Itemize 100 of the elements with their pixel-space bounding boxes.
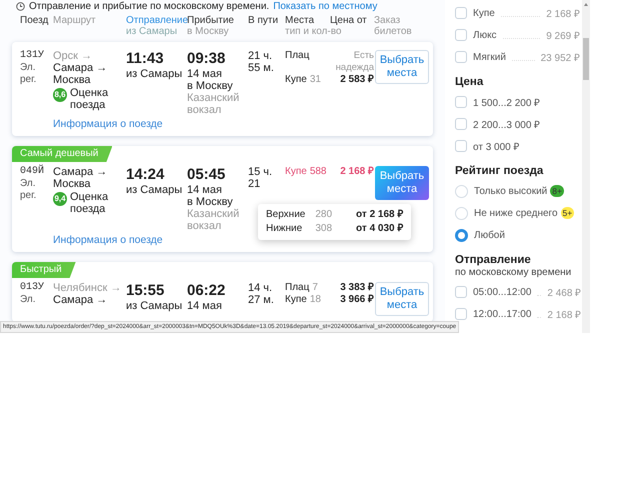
filter-option[interactable]: Только высокий [474, 186, 548, 196]
seat-type[interactable]: Плац 7 [285, 282, 318, 294]
travel-time: 15 ч. [248, 166, 272, 178]
filter-option[interactable]: 1 500...2 200 ₽ [473, 95, 540, 109]
travel-time: 14 ч. [248, 282, 272, 294]
column-subtitle: тип и кол-во [285, 26, 342, 37]
filter-option[interactable]: от 3 000 ₽ [473, 139, 520, 153]
filter-heading: Отправление [455, 254, 532, 266]
arrival-time: 06:22 [187, 282, 226, 300]
train-tag: Быстрый [12, 262, 76, 278]
select-seats-button[interactable]: Выбрать места [375, 166, 429, 200]
seat-price: 2 583 ₽ [340, 74, 374, 86]
checkbox[interactable] [455, 286, 467, 298]
train-number[interactable]: 013У [20, 282, 44, 294]
timezone-notice: Отправление и прибытие по московскому времени. [29, 0, 270, 12]
seat-type[interactable]: Плац [285, 50, 310, 74]
train-number[interactable]: 131У [20, 50, 44, 62]
route-station: Челябинск → [53, 282, 122, 294]
filter-heading: Цена [455, 76, 484, 88]
arrival-station: Казанский вокзал [187, 92, 240, 116]
filter-option[interactable]: Люкс [473, 30, 497, 40]
filter-price: 9 269 ₽ [546, 30, 580, 42]
scroll-up-icon[interactable] [584, 3, 588, 6]
checkbox[interactable] [455, 140, 467, 152]
travel-time: 21 [248, 178, 260, 190]
rating-badge: 8+ [550, 185, 564, 197]
train-type: Эл. [20, 294, 36, 306]
select-seats-button[interactable]: Выбрать места [375, 282, 429, 316]
berth-type: Верхние [266, 209, 306, 221]
filter-option[interactable]: 12:00...17:00 [473, 308, 532, 320]
column-header: Маршрут [53, 15, 96, 26]
arrival-time: 05:45 [187, 166, 226, 184]
filter-option[interactable]: Купе [473, 8, 495, 18]
column-header: В пути [248, 15, 278, 26]
filter-option[interactable]: 05:00...12:00 [473, 286, 532, 298]
train-number[interactable]: 049Й [20, 166, 44, 178]
train-type: Эл. [20, 62, 36, 74]
departure-time: 14:24 [126, 166, 164, 184]
arrival-time: 09:38 [187, 50, 226, 68]
column-header: Заказ [374, 15, 400, 26]
route-station: Орск → [53, 50, 92, 62]
rating-badge: 8,6 [53, 88, 67, 102]
route-station: Самара → [53, 294, 108, 306]
berth-price: от 4 030 ₽ [356, 223, 404, 235]
departure-note: из Самары [126, 300, 182, 312]
radio-button[interactable] [455, 228, 468, 242]
route-station: Самара → [53, 62, 108, 74]
column-header: Поезд [20, 15, 48, 26]
filter-price: 2 168 ₽ [547, 309, 582, 321]
departure-time: 15:55 [126, 282, 164, 300]
seat-type[interactable]: Купе 31 [285, 74, 321, 86]
rating-label[interactable]: Оценка поезда [70, 191, 120, 215]
filter-option[interactable]: Любой [474, 230, 505, 240]
train-type: рег. [20, 190, 36, 202]
rating-badge: 9,4 [53, 192, 67, 206]
filter-option[interactable]: Не ниже среднего [474, 208, 558, 218]
filter-heading: Рейтинг поезда [455, 165, 544, 177]
filter-price: 23 952 ₽ [540, 52, 580, 64]
seat-price: 3 966 ₽ [340, 294, 374, 306]
checkbox[interactable] [455, 96, 467, 108]
rating-badge: 5+ [560, 207, 574, 219]
train-type: Эл. [20, 178, 36, 190]
filter-option[interactable]: 2 200...3 000 ₽ [473, 117, 540, 131]
berth-count: 280 [315, 209, 332, 221]
train-type: рег. [20, 74, 36, 86]
clock-icon [16, 2, 25, 10]
checkbox[interactable] [455, 51, 467, 63]
seat-type[interactable]: Купе 18 [285, 294, 321, 306]
seat-price: 3 383 ₽ [340, 282, 374, 294]
departure-note: из Самары [126, 184, 182, 196]
column-header: Цена от [330, 15, 367, 26]
arrival-date: 14 мая [187, 300, 222, 312]
column-subtitle: из Самары [126, 26, 178, 37]
checkbox[interactable] [455, 118, 467, 130]
filter-subheading: по московскому времени [455, 267, 572, 278]
berth-type: Нижние [266, 223, 304, 235]
train-tag: Самый дешевый [12, 146, 112, 162]
departure-time: 11:43 [126, 50, 164, 68]
checkbox[interactable] [455, 29, 467, 41]
select-seats-button[interactable]: Выбрать места [375, 50, 429, 84]
departure-note: из Самары [126, 68, 182, 80]
berth-count: 308 [315, 223, 332, 235]
checkbox[interactable] [455, 7, 467, 19]
scrollbar[interactable] [582, 0, 590, 333]
route-station: Москва [53, 74, 91, 86]
travel-time: 27 м. [248, 294, 274, 306]
route-station: Самара → [53, 166, 108, 178]
rating-label[interactable]: Оценка поезда [70, 87, 120, 111]
arrival-city: в Москву [187, 196, 233, 208]
scrollbar-thumb[interactable] [583, 38, 589, 80]
filter-price: 2 468 ₽ [547, 287, 582, 299]
filter-price: 2 168 ₽ [546, 8, 580, 20]
berth-price: от 2 168 ₽ [356, 209, 404, 221]
seat-type[interactable]: Купе 588 [285, 166, 326, 178]
show-local-time-link[interactable]: Показать по местному [273, 0, 378, 12]
checkbox[interactable] [455, 308, 467, 320]
column-subtitle: в Москву [187, 26, 229, 37]
filter-option[interactable]: Мягкий [473, 52, 506, 62]
arrival-station: Казанский вокзал [187, 208, 240, 232]
train-info-link[interactable]: Информация о поезде [53, 118, 285, 130]
